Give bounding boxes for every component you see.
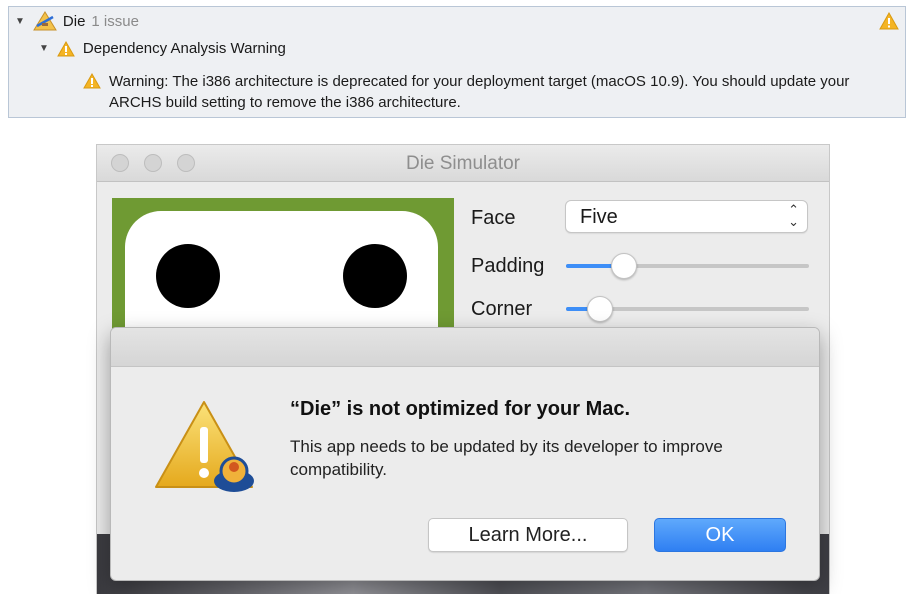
xcode-project-icon	[33, 11, 57, 31]
warning-icon	[879, 12, 899, 30]
corner-slider[interactable]	[566, 296, 809, 322]
disclosure-triangle-icon[interactable]: ▼	[15, 16, 25, 27]
ok-button[interactable]: OK	[654, 518, 786, 552]
warning-icon	[57, 40, 75, 56]
learn-more-button[interactable]: Learn More...	[428, 518, 628, 552]
project-name: Die	[62, 12, 86, 30]
warning-group-row[interactable]: ▼ Dependency Analysis Warning	[39, 40, 286, 57]
warning-group-title: Dependency Analysis Warning	[82, 40, 286, 57]
face-label: Face	[471, 207, 516, 229]
up-down-chevron-icon: ⌃ ⌄	[788, 202, 799, 229]
compatibility-alert: “Die” is not optimized for your Mac. Thi…	[110, 327, 820, 581]
die-pip	[343, 244, 407, 308]
window-title: Die Simulator	[405, 153, 521, 174]
face-popup-button[interactable]: Five ⌃ ⌄	[565, 200, 808, 233]
face-selected-value: Five	[580, 206, 618, 228]
caution-icon	[155, 401, 254, 492]
warning-icon	[83, 73, 101, 89]
slider-knob[interactable]	[587, 296, 614, 322]
disclosure-triangle-icon[interactable]: ▼	[39, 43, 49, 54]
warning-message: Warning: The i386 architecture is deprec…	[109, 73, 850, 111]
title-bar[interactable]: Die Simulator	[97, 145, 829, 182]
issue-count: 1 issue	[91, 12, 139, 30]
project-issue-row[interactable]: ▼ Die 1 issue	[15, 11, 139, 31]
die-pip	[156, 244, 220, 308]
padding-label: Padding	[471, 255, 545, 277]
corner-label: Corner	[471, 298, 533, 320]
alert-message: This app needs to be updated by its deve…	[290, 437, 723, 479]
alert-title: “Die” is not optimized for your Mac.	[290, 398, 631, 420]
issue-navigator: ▼ Die 1 issue ▼ Dependency Analysis Warn…	[8, 6, 906, 118]
slider-knob[interactable]	[611, 253, 638, 279]
padding-slider[interactable]	[566, 253, 809, 279]
warning-item-row[interactable]: Warning: The i386 architecture is deprec…	[83, 71, 893, 113]
alert-header	[111, 328, 819, 367]
